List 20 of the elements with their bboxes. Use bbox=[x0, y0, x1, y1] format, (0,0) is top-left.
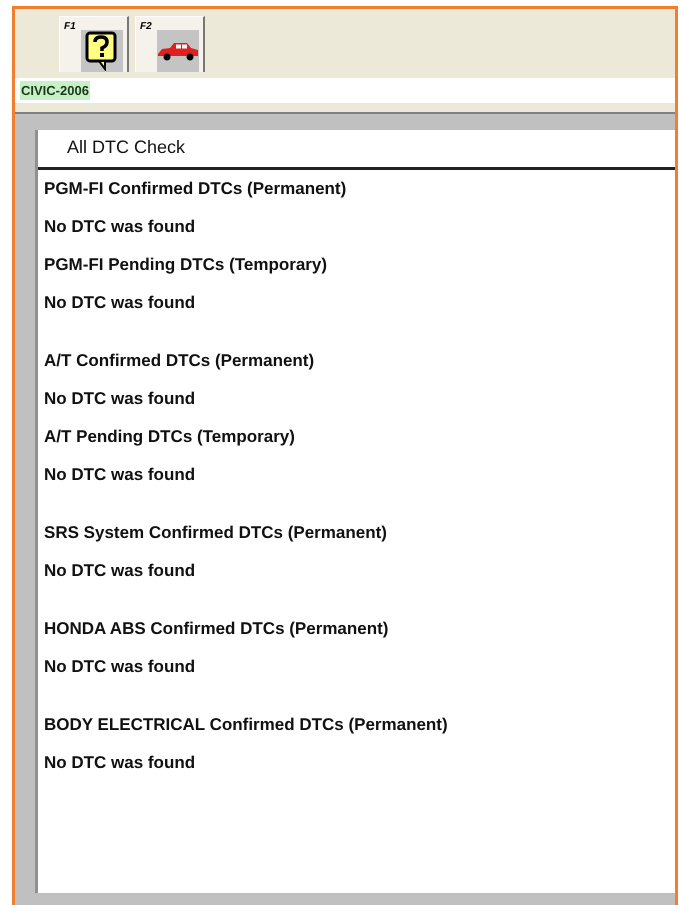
toolbar-button[interactable]: F1 bbox=[59, 16, 129, 72]
help-icon bbox=[85, 31, 119, 71]
result-line: No DTC was found bbox=[44, 657, 196, 677]
result-line: A/T Pending DTCs (Temporary) bbox=[44, 427, 296, 447]
result-line: No DTC was found bbox=[44, 753, 196, 773]
result-line: HONDA ABS Confirmed DTCs (Permanent) bbox=[44, 619, 390, 639]
vehicle-field: CIVIC-2006 bbox=[20, 80, 90, 100]
car-icon bbox=[157, 40, 199, 62]
result-line: SRS System Confirmed DTCs (Permanent) bbox=[44, 523, 388, 543]
result-line: No DTC was found bbox=[44, 293, 196, 313]
result-line: PGM-FI Confirmed DTCs (Permanent) bbox=[44, 179, 348, 199]
result-line: A/T Confirmed DTCs (Permanent) bbox=[44, 351, 316, 371]
result-line: No DTC was found bbox=[44, 389, 196, 409]
result-line: BODY ELECTRICAL Confirmed DTCs (Permanent) bbox=[44, 715, 449, 735]
toolbar-button[interactable]: F2 bbox=[135, 16, 205, 72]
result-line: No DTC was found bbox=[44, 561, 196, 581]
result-line: No DTC was found bbox=[44, 217, 196, 237]
panel-title: All DTC Check bbox=[38, 130, 675, 170]
result-line: No DTC was found bbox=[44, 465, 196, 485]
result-line: PGM-FI Pending DTCs (Temporary) bbox=[44, 255, 328, 275]
